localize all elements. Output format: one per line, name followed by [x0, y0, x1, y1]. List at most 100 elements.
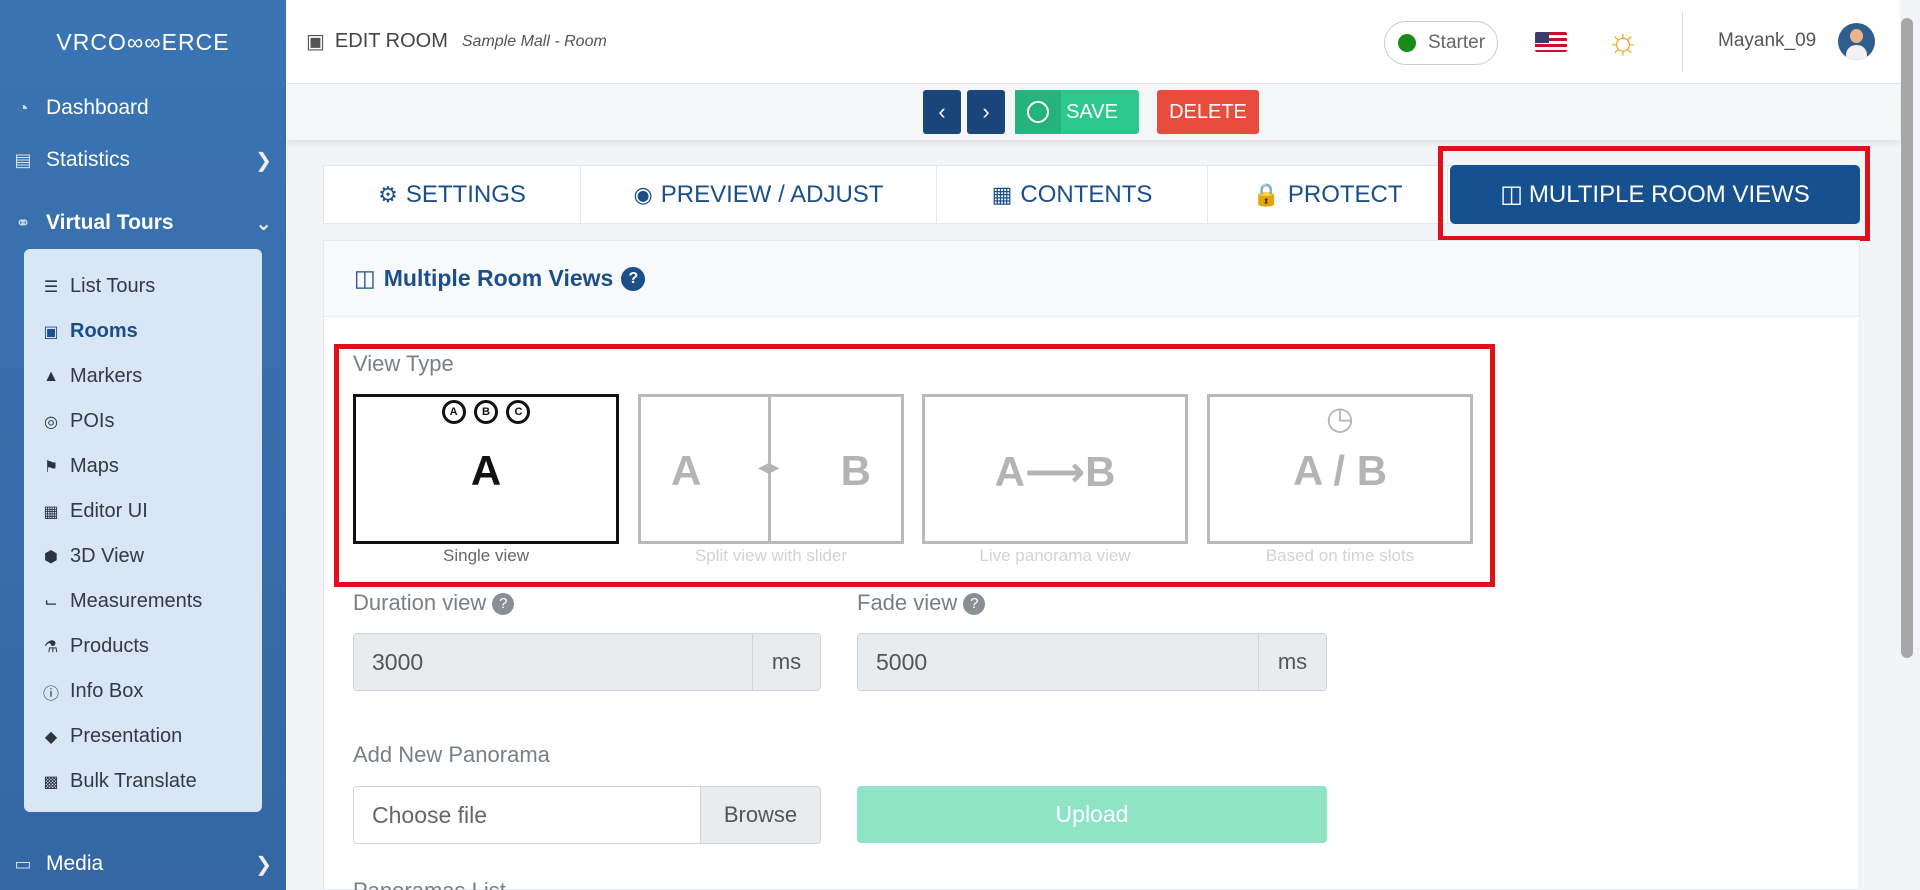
- app-logo[interactable]: VRCO∞∞ERCE: [0, 0, 286, 84]
- fade-label-text: Fade view: [857, 590, 958, 615]
- help-icon[interactable]: ?: [621, 266, 646, 291]
- add-panorama-label: Add New Panorama: [353, 742, 550, 767]
- tab-preview-adjust[interactable]: ◉ PREVIEW / ADJUST: [581, 166, 937, 223]
- virtual-tours-submenu: ☰ List Tours ▣ Rooms ▲ Markers ◎ POIs ⚑ Maps …: [24, 249, 262, 812]
- cube-icon: ⬢: [44, 548, 58, 566]
- highlight-box: [1438, 146, 1870, 241]
- duration-input[interactable]: 3000: [354, 634, 752, 690]
- us-flag-icon[interactable]: [1535, 32, 1567, 52]
- vector-square-icon: ▣: [306, 31, 325, 53]
- sidebar-item-maps[interactable]: ⚑ Maps: [24, 444, 262, 489]
- sidebar-item-media[interactable]: ▭ Media ❯: [0, 838, 286, 890]
- tab-protect[interactable]: 🔒 PROTECT: [1208, 166, 1448, 223]
- status-dot-icon: [1398, 34, 1416, 52]
- sidebar-item-label: Products: [70, 635, 149, 657]
- sidebar-item-label: Statistics: [46, 148, 131, 171]
- file-input-group: Choose file Browse: [353, 786, 821, 844]
- save-label: SAVE: [1066, 100, 1118, 123]
- sidebar-item-dashboard[interactable]: ◔ Dashboard: [0, 82, 286, 134]
- sidebar-item-info-box[interactable]: ⓘ Info Box: [24, 669, 262, 714]
- sidebar-item-label: Editor UI: [70, 500, 148, 522]
- sidebar-item-label: Rooms: [70, 320, 138, 342]
- sidebar-item-rooms[interactable]: ▣ Rooms: [24, 309, 262, 354]
- sidebar-item-3d-view[interactable]: ⬢ 3D View: [24, 534, 262, 579]
- chart-area-icon: ▤: [14, 149, 32, 170]
- route-icon: ⚭: [15, 212, 31, 233]
- sidebar-item-presentation[interactable]: ◆ Presentation: [24, 714, 262, 759]
- avatar[interactable]: [1838, 23, 1875, 60]
- help-icon[interactable]: ?: [963, 593, 986, 615]
- ruler-icon: ⌙: [44, 593, 58, 611]
- duration-unit: ms: [752, 634, 820, 690]
- sidebar: VRCO∞∞ERCE ◔ Dashboard ▤ Statistics ❯ ⚭ …: [0, 0, 286, 890]
- map-marked-icon: ⚑: [43, 458, 59, 476]
- sidebar-item-measurements[interactable]: ⌙ Measurements: [24, 579, 262, 624]
- fade-label: Fade view?: [857, 590, 986, 616]
- sidebar-item-label: List Tours: [70, 275, 156, 297]
- chevron-right-icon: ❯: [255, 853, 272, 876]
- bullseye-icon: ◎: [44, 413, 58, 431]
- tab-settings[interactable]: ⚙ SETTINGS: [324, 166, 581, 223]
- upload-button[interactable]: Upload: [857, 786, 1327, 843]
- username[interactable]: Mayank_09: [1718, 30, 1816, 52]
- sidebar-item-label: Media: [46, 852, 104, 875]
- duration-label-text: Duration view: [353, 590, 487, 615]
- duration-label: Duration view?: [353, 590, 515, 616]
- sidebar-item-statistics[interactable]: ▤ Statistics ❯: [0, 134, 286, 186]
- chevron-right-icon: ❯: [255, 149, 272, 172]
- page-title-text: EDIT ROOM: [334, 30, 448, 52]
- sidebar-item-label: Bulk Translate: [70, 770, 197, 792]
- columns-icon: ◫: [354, 265, 376, 291]
- delete-button[interactable]: DELETE: [1157, 90, 1259, 134]
- fade-input[interactable]: 5000: [858, 634, 1258, 690]
- previous-room-button[interactable]: ‹: [923, 90, 961, 134]
- directions-icon: ◆: [44, 728, 58, 746]
- help-icon[interactable]: ?: [492, 593, 515, 615]
- sidebar-item-list-tours[interactable]: ☰ List Tours: [24, 264, 262, 309]
- language-icon: ▩: [43, 773, 59, 791]
- highlight-box: [334, 344, 1495, 587]
- sidebar-item-label: Dashboard: [46, 96, 149, 119]
- sidebar-item-label: Info Box: [70, 680, 144, 702]
- sidebar-item-bulk-translate[interactable]: ▩ Bulk Translate: [24, 759, 262, 804]
- desktop-icon: ▭: [14, 853, 32, 874]
- plan-badge[interactable]: Starter: [1384, 21, 1498, 65]
- tab-label: SETTINGS: [405, 180, 526, 208]
- page-title: ▣ EDIT ROOM Sample Mall - Room: [306, 29, 607, 54]
- sidebar-item-label: Virtual Tours: [46, 211, 174, 234]
- sidebar-item-editor-ui[interactable]: ▦ Editor UI: [24, 489, 262, 534]
- info-circle-icon: ⓘ: [42, 685, 59, 703]
- sidebar-item-label: Markers: [70, 365, 143, 387]
- panoramas-list-label: Panoramas List: [353, 878, 506, 890]
- sidebar-item-virtual-tours[interactable]: ⚭ Virtual Tours ⌄: [0, 197, 286, 249]
- file-input[interactable]: Choose file: [354, 787, 700, 843]
- sun-icon[interactable]: ☼: [1604, 22, 1642, 60]
- list-icon: ☰: [43, 278, 59, 296]
- browse-button[interactable]: Browse: [700, 787, 820, 843]
- vector-square-icon: ▣: [43, 323, 59, 341]
- next-room-button[interactable]: ›: [967, 90, 1005, 134]
- panel-header: ◫ Multiple Room Views ?: [324, 241, 1859, 317]
- page-subtitle: Sample Mall - Room: [461, 32, 607, 50]
- sidebar-item-pois[interactable]: ◎ POIs: [24, 399, 262, 444]
- chevron-down-icon: ⌄: [255, 212, 272, 235]
- tachometer-icon: ◔: [17, 97, 29, 118]
- duration-input-group: 3000 ms: [353, 633, 821, 691]
- images-icon: ▦: [991, 181, 1013, 207]
- cogs-icon: ⚙: [378, 181, 398, 207]
- caret-square-up-icon: ▲: [43, 367, 59, 385]
- sidebar-item-label: Measurements: [70, 590, 203, 612]
- tab-label: CONTENTS: [1020, 180, 1153, 208]
- sidebar-item-label: Maps: [70, 455, 119, 477]
- tab-contents[interactable]: ▦ CONTENTS: [937, 166, 1208, 223]
- fade-unit: ms: [1258, 634, 1326, 690]
- action-bar: ‹ › SAVE DELETE: [286, 84, 1900, 140]
- swatchbook-icon: ▦: [43, 503, 59, 521]
- topbar: ▣ EDIT ROOM Sample Mall - Room Starter ☼…: [286, 0, 1900, 84]
- tab-label: PREVIEW / ADJUST: [660, 180, 884, 208]
- sidebar-item-products[interactable]: ⚗ Products: [24, 624, 262, 669]
- save-button[interactable]: SAVE: [1015, 90, 1139, 134]
- page-scrollbar[interactable]: [1901, 18, 1913, 658]
- sidebar-item-markers[interactable]: ▲ Markers: [24, 354, 262, 399]
- sidebar-item-label: POIs: [70, 410, 115, 432]
